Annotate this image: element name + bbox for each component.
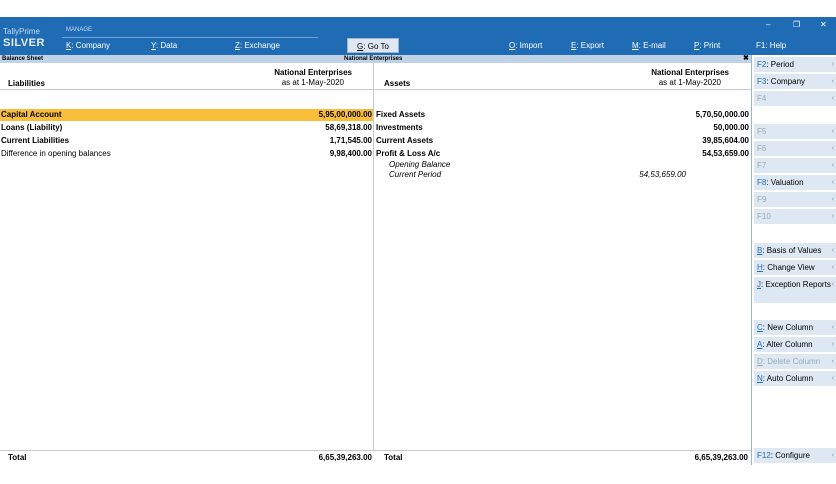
row-label: Current Liabilities bbox=[1, 136, 70, 145]
f9-button[interactable]: F9 ‹ bbox=[754, 192, 836, 207]
chevron-left-icon: ‹ bbox=[831, 264, 834, 271]
row-value: 5,70,50,000.00 bbox=[695, 110, 749, 119]
exception-reports-button[interactable]: J: Exception Reports ‹ bbox=[754, 277, 836, 303]
row-label: Investments bbox=[376, 123, 423, 132]
row-value: 9,98,400.00 bbox=[329, 149, 372, 158]
row-value: 5,95,00,000.00 bbox=[318, 110, 372, 119]
f6-button[interactable]: F6 ‹ bbox=[754, 141, 836, 156]
header-rule bbox=[0, 89, 751, 90]
f4-button[interactable]: F4 ‹ bbox=[754, 91, 836, 106]
liabilities-total-label: Total bbox=[8, 453, 27, 462]
balance-sheet-body: Liabilities National Enterprises as at 1… bbox=[0, 63, 751, 465]
table-row[interactable]: Difference in opening balances 9,98,400.… bbox=[0, 148, 373, 160]
chevron-left-icon: ‹ bbox=[831, 213, 834, 220]
new-column-button[interactable]: C: New Column ‹ bbox=[754, 320, 836, 335]
assets-company: National Enterprises bbox=[651, 68, 729, 77]
table-row[interactable]: Loans (Liability) 58,69,318.00 bbox=[0, 122, 373, 134]
manage-divider bbox=[62, 37, 318, 38]
chevron-left-icon: ‹ bbox=[831, 78, 834, 85]
table-row[interactable]: Fixed Assets 5,70,50,000.00 bbox=[376, 109, 750, 121]
chevron-left-icon: ‹ bbox=[831, 162, 834, 169]
row-label: Fixed Assets bbox=[376, 110, 426, 119]
assets-as-at: as at 1-May-2020 bbox=[658, 78, 721, 87]
row-label: Capital Account bbox=[1, 110, 62, 119]
chevron-left-icon: ‹ bbox=[831, 196, 834, 203]
bottom-margin bbox=[0, 465, 836, 484]
report-title-bar: Balance Sheet National Enterprises ✖ bbox=[0, 55, 751, 63]
menu-help[interactable]: F1: Help bbox=[756, 41, 786, 50]
row-value: 39,85,604.00 bbox=[702, 136, 749, 145]
table-row[interactable]: Investments 50,000.00 bbox=[376, 122, 750, 134]
period-button[interactable]: F2: Period ‹ bbox=[754, 57, 836, 72]
chevron-left-icon: ‹ bbox=[831, 375, 834, 382]
report-name: Balance Sheet bbox=[2, 56, 44, 62]
menu-data[interactable]: Y: Data bbox=[151, 41, 177, 50]
menu-import[interactable]: O: Import bbox=[509, 41, 542, 50]
row-label: Difference in opening balances bbox=[1, 149, 111, 158]
chevron-left-icon: ‹ bbox=[831, 281, 834, 288]
chevron-left-icon: ‹ bbox=[831, 179, 834, 186]
row-value: 50,000.00 bbox=[713, 123, 749, 132]
company-button[interactable]: F3: Company ‹ bbox=[754, 74, 836, 89]
chevron-left-icon: ‹ bbox=[831, 324, 834, 331]
assets-total-value: 6,65,39,263.00 bbox=[694, 453, 748, 462]
assets-heading: Assets bbox=[384, 79, 411, 88]
manage-label: MANAGE bbox=[66, 27, 93, 33]
close-icon[interactable]: ✕ bbox=[820, 20, 827, 29]
menu-exchange[interactable]: Z: Exchange bbox=[235, 41, 280, 50]
row-value: 54,53,659.00 bbox=[702, 149, 749, 158]
report-close-icon[interactable]: ✖ bbox=[743, 55, 749, 63]
column-divider bbox=[373, 63, 374, 465]
menu-company[interactable]: K: Company bbox=[66, 41, 110, 50]
menu-print[interactable]: P: Print bbox=[694, 41, 720, 50]
liabilities-as-at: as at 1-May-2020 bbox=[281, 78, 344, 87]
row-label: Loans (Liability) bbox=[1, 123, 63, 132]
restore-icon[interactable]: ❐ bbox=[793, 20, 800, 29]
chevron-left-icon: ‹ bbox=[831, 358, 834, 365]
brand-edition: SILVER bbox=[3, 37, 45, 49]
chevron-left-icon: ‹ bbox=[831, 95, 834, 102]
table-row[interactable]: Current Period 54,53,659.00 bbox=[389, 169, 689, 180]
chevron-left-icon: ‹ bbox=[831, 341, 834, 348]
assets-total-label: Total bbox=[384, 453, 403, 462]
f10-button[interactable]: F10 ‹ bbox=[754, 209, 836, 224]
total-row: Total 6,65,39,263.00 Total 6,65,39,263.0… bbox=[0, 450, 751, 465]
chevron-left-icon: ‹ bbox=[831, 452, 834, 459]
delete-column-button[interactable]: D: Delete Column ‹ bbox=[754, 354, 836, 369]
brand-name: TallyPrime bbox=[3, 27, 40, 36]
alter-column-button[interactable]: A: Alter Column ‹ bbox=[754, 337, 836, 352]
menu-goto[interactable]: G: Go To bbox=[347, 38, 399, 53]
table-row[interactable]: Current Liabilities 1,71,545.00 bbox=[0, 135, 373, 147]
row-value: 1,71,545.00 bbox=[329, 136, 372, 145]
top-menu-bar: TallyPrime SILVER MANAGE K: Company Y: D… bbox=[0, 17, 836, 55]
liabilities-heading: Liabilities bbox=[8, 79, 45, 88]
f5-button[interactable]: F5 ‹ bbox=[754, 124, 836, 139]
row-label: Current Period bbox=[389, 170, 442, 179]
change-view-button[interactable]: H: Change View ‹ bbox=[754, 260, 836, 275]
row-label: Current Assets bbox=[376, 136, 434, 145]
f7-button[interactable]: F7 ‹ bbox=[754, 158, 836, 173]
basis-of-values-button[interactable]: B: Basis of Values ‹ bbox=[754, 243, 836, 258]
chevron-left-icon: ‹ bbox=[831, 247, 834, 254]
auto-column-button[interactable]: N: Auto Column ‹ bbox=[754, 371, 836, 386]
valuation-button[interactable]: F8: Valuation ‹ bbox=[754, 175, 836, 190]
top-margin bbox=[0, 0, 836, 17]
configure-button[interactable]: F12: Configure ‹ bbox=[754, 448, 836, 463]
chevron-left-icon: ‹ bbox=[831, 61, 834, 68]
menu-email[interactable]: M: E-mail bbox=[632, 41, 666, 50]
liabilities-company: National Enterprises bbox=[274, 68, 352, 77]
chevron-left-icon: ‹ bbox=[831, 145, 834, 152]
button-bar: F2: Period ‹ F3: Company ‹ F4 ‹ F5 ‹ F6 ‹ F7 ‹… bbox=[751, 55, 836, 465]
table-row[interactable]: Capital Account 5,95,00,000.00 bbox=[0, 109, 373, 121]
table-row[interactable]: Current Assets 39,85,604.00 bbox=[376, 135, 750, 147]
row-value: 58,69,318.00 bbox=[325, 123, 372, 132]
minimize-icon[interactable]: – bbox=[766, 20, 770, 29]
liabilities-total-value: 6,65,39,263.00 bbox=[318, 453, 372, 462]
chevron-left-icon: ‹ bbox=[831, 128, 834, 135]
menu-export[interactable]: E: Export bbox=[571, 41, 604, 50]
row-value: 54,53,659.00 bbox=[639, 170, 686, 179]
report-company: National Enterprises bbox=[344, 56, 403, 62]
